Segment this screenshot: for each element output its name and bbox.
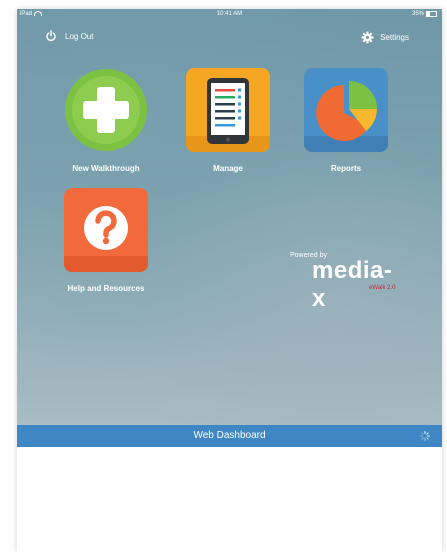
new-walkthrough-label: New Walkthrough: [72, 164, 140, 173]
version-text: eWalk 2.0: [369, 285, 396, 291]
new-walkthrough-tile[interactable]: New Walkthrough: [56, 68, 156, 173]
question-icon: [64, 188, 148, 272]
settings-label: Settings: [380, 33, 409, 42]
gear-icon: [361, 31, 374, 44]
web-dashboard-content: [17, 447, 442, 552]
manage-label: Manage: [213, 164, 243, 173]
help-resources-tile[interactable]: Help and Resources: [56, 188, 156, 293]
tablet-checklist-icon: [186, 68, 270, 152]
power-icon: [46, 30, 56, 42]
pie-chart-icon: [304, 68, 388, 152]
web-dashboard-title: Web Dashboard: [193, 430, 266, 441]
logout-label: Log Out: [65, 31, 94, 41]
help-resources-label: Help and Resources: [67, 284, 145, 293]
settings-button[interactable]: Settings: [361, 31, 409, 44]
powered-by-logo: Powered by media-x eWalk 2.0: [290, 252, 395, 312]
ipad-screen: iPad 10:41 AM 35% Log Out Settings New W…: [17, 9, 442, 552]
reports-label: Reports: [330, 164, 362, 173]
loading-spinner-icon: [420, 431, 430, 441]
status-time: 10:41 AM: [216, 11, 243, 17]
status-battery: 35%: [412, 11, 437, 17]
battery-icon: [426, 11, 437, 17]
reports-tile[interactable]: Reports: [296, 68, 396, 173]
logout-button[interactable]: Log Out: [45, 30, 93, 42]
status-bar: iPad 10:41 AM 35%: [17, 9, 442, 21]
home-screen: iPad 10:41 AM 35% Log Out Settings New W…: [17, 9, 442, 425]
plus-icon: [65, 69, 147, 151]
web-dashboard-bar[interactable]: Web Dashboard: [17, 425, 442, 447]
manage-tile[interactable]: Manage: [178, 68, 278, 173]
battery-percent: 35%: [411, 11, 424, 17]
